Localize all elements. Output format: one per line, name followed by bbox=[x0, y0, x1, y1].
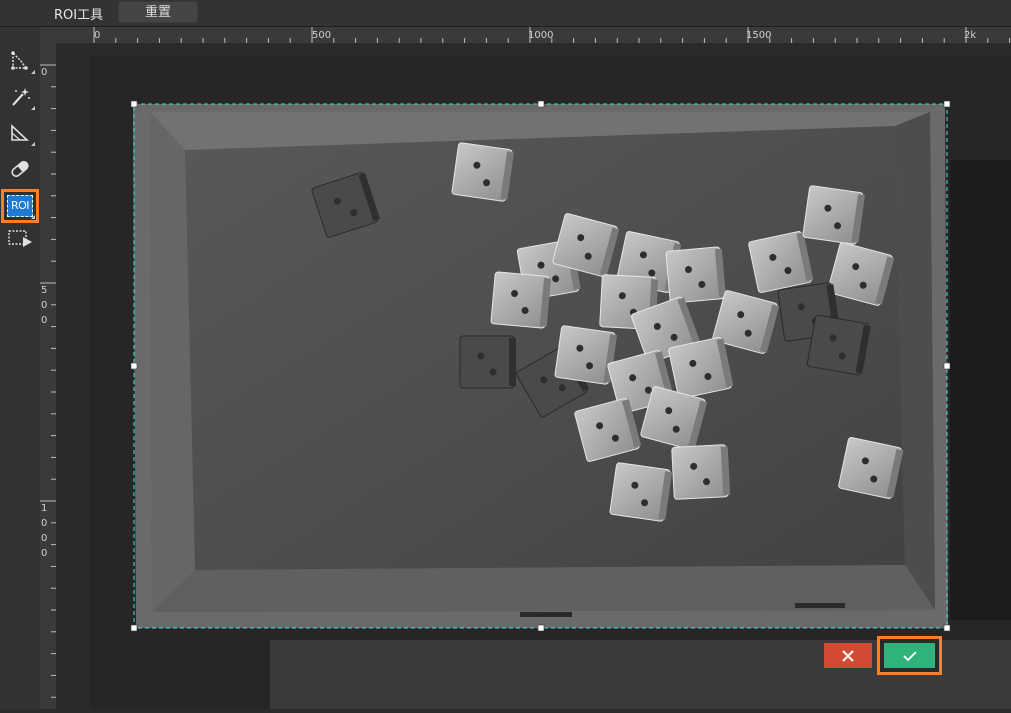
confirm-button[interactable] bbox=[884, 643, 935, 668]
eraser-tool[interactable] bbox=[5, 155, 35, 183]
hruler-label-0: 0 bbox=[94, 30, 100, 41]
roi-play-icon bbox=[8, 230, 32, 247]
window-title: ROI工具 bbox=[54, 8, 104, 23]
corner-shape-icon bbox=[11, 124, 30, 141]
roi-play-tool[interactable] bbox=[5, 224, 35, 252]
svg-text:0: 0 bbox=[41, 67, 47, 78]
hruler-label-500: 500 bbox=[312, 30, 331, 41]
top-bar: ROI工具 重置 bbox=[0, 0, 1011, 27]
ruler-corner bbox=[40, 27, 56, 43]
magic-wand-icon bbox=[12, 88, 30, 106]
hruler-label-1500: 1500 bbox=[746, 30, 771, 41]
reset-button[interactable]: 重置 bbox=[118, 1, 198, 23]
hruler-label-1000: 1000 bbox=[528, 30, 553, 41]
camera-image bbox=[56, 43, 1011, 709]
close-icon bbox=[842, 649, 854, 662]
eraser-icon bbox=[11, 160, 29, 178]
cancel-button[interactable] bbox=[824, 643, 872, 668]
left-toolbar: ROI bbox=[0, 27, 41, 709]
roi-tool[interactable]: ROI bbox=[1, 189, 39, 223]
polygon-select-icon bbox=[11, 51, 28, 70]
magic-wand-tool[interactable] bbox=[5, 83, 35, 111]
confirm-button-highlight bbox=[877, 636, 942, 675]
corner-shape-tool[interactable] bbox=[5, 119, 35, 147]
check-icon bbox=[902, 650, 917, 661]
roi-icon: ROI bbox=[7, 195, 33, 217]
svg-text:500: 500 bbox=[41, 285, 47, 326]
vruler-label-500: 500 bbox=[41, 285, 47, 326]
horizontal-ruler: 0 500 1000 1500 2k bbox=[56, 27, 1011, 43]
image-canvas[interactable] bbox=[56, 43, 1011, 709]
vertical-ruler: 0 500 1000 bbox=[40, 43, 56, 709]
hruler-label-2k: 2k bbox=[964, 30, 976, 41]
polygon-select-tool[interactable] bbox=[5, 47, 35, 75]
vruler-label-1000: 1000 bbox=[41, 503, 47, 559]
svg-text:1000: 1000 bbox=[41, 503, 47, 559]
vruler-label-0: 0 bbox=[41, 67, 47, 78]
